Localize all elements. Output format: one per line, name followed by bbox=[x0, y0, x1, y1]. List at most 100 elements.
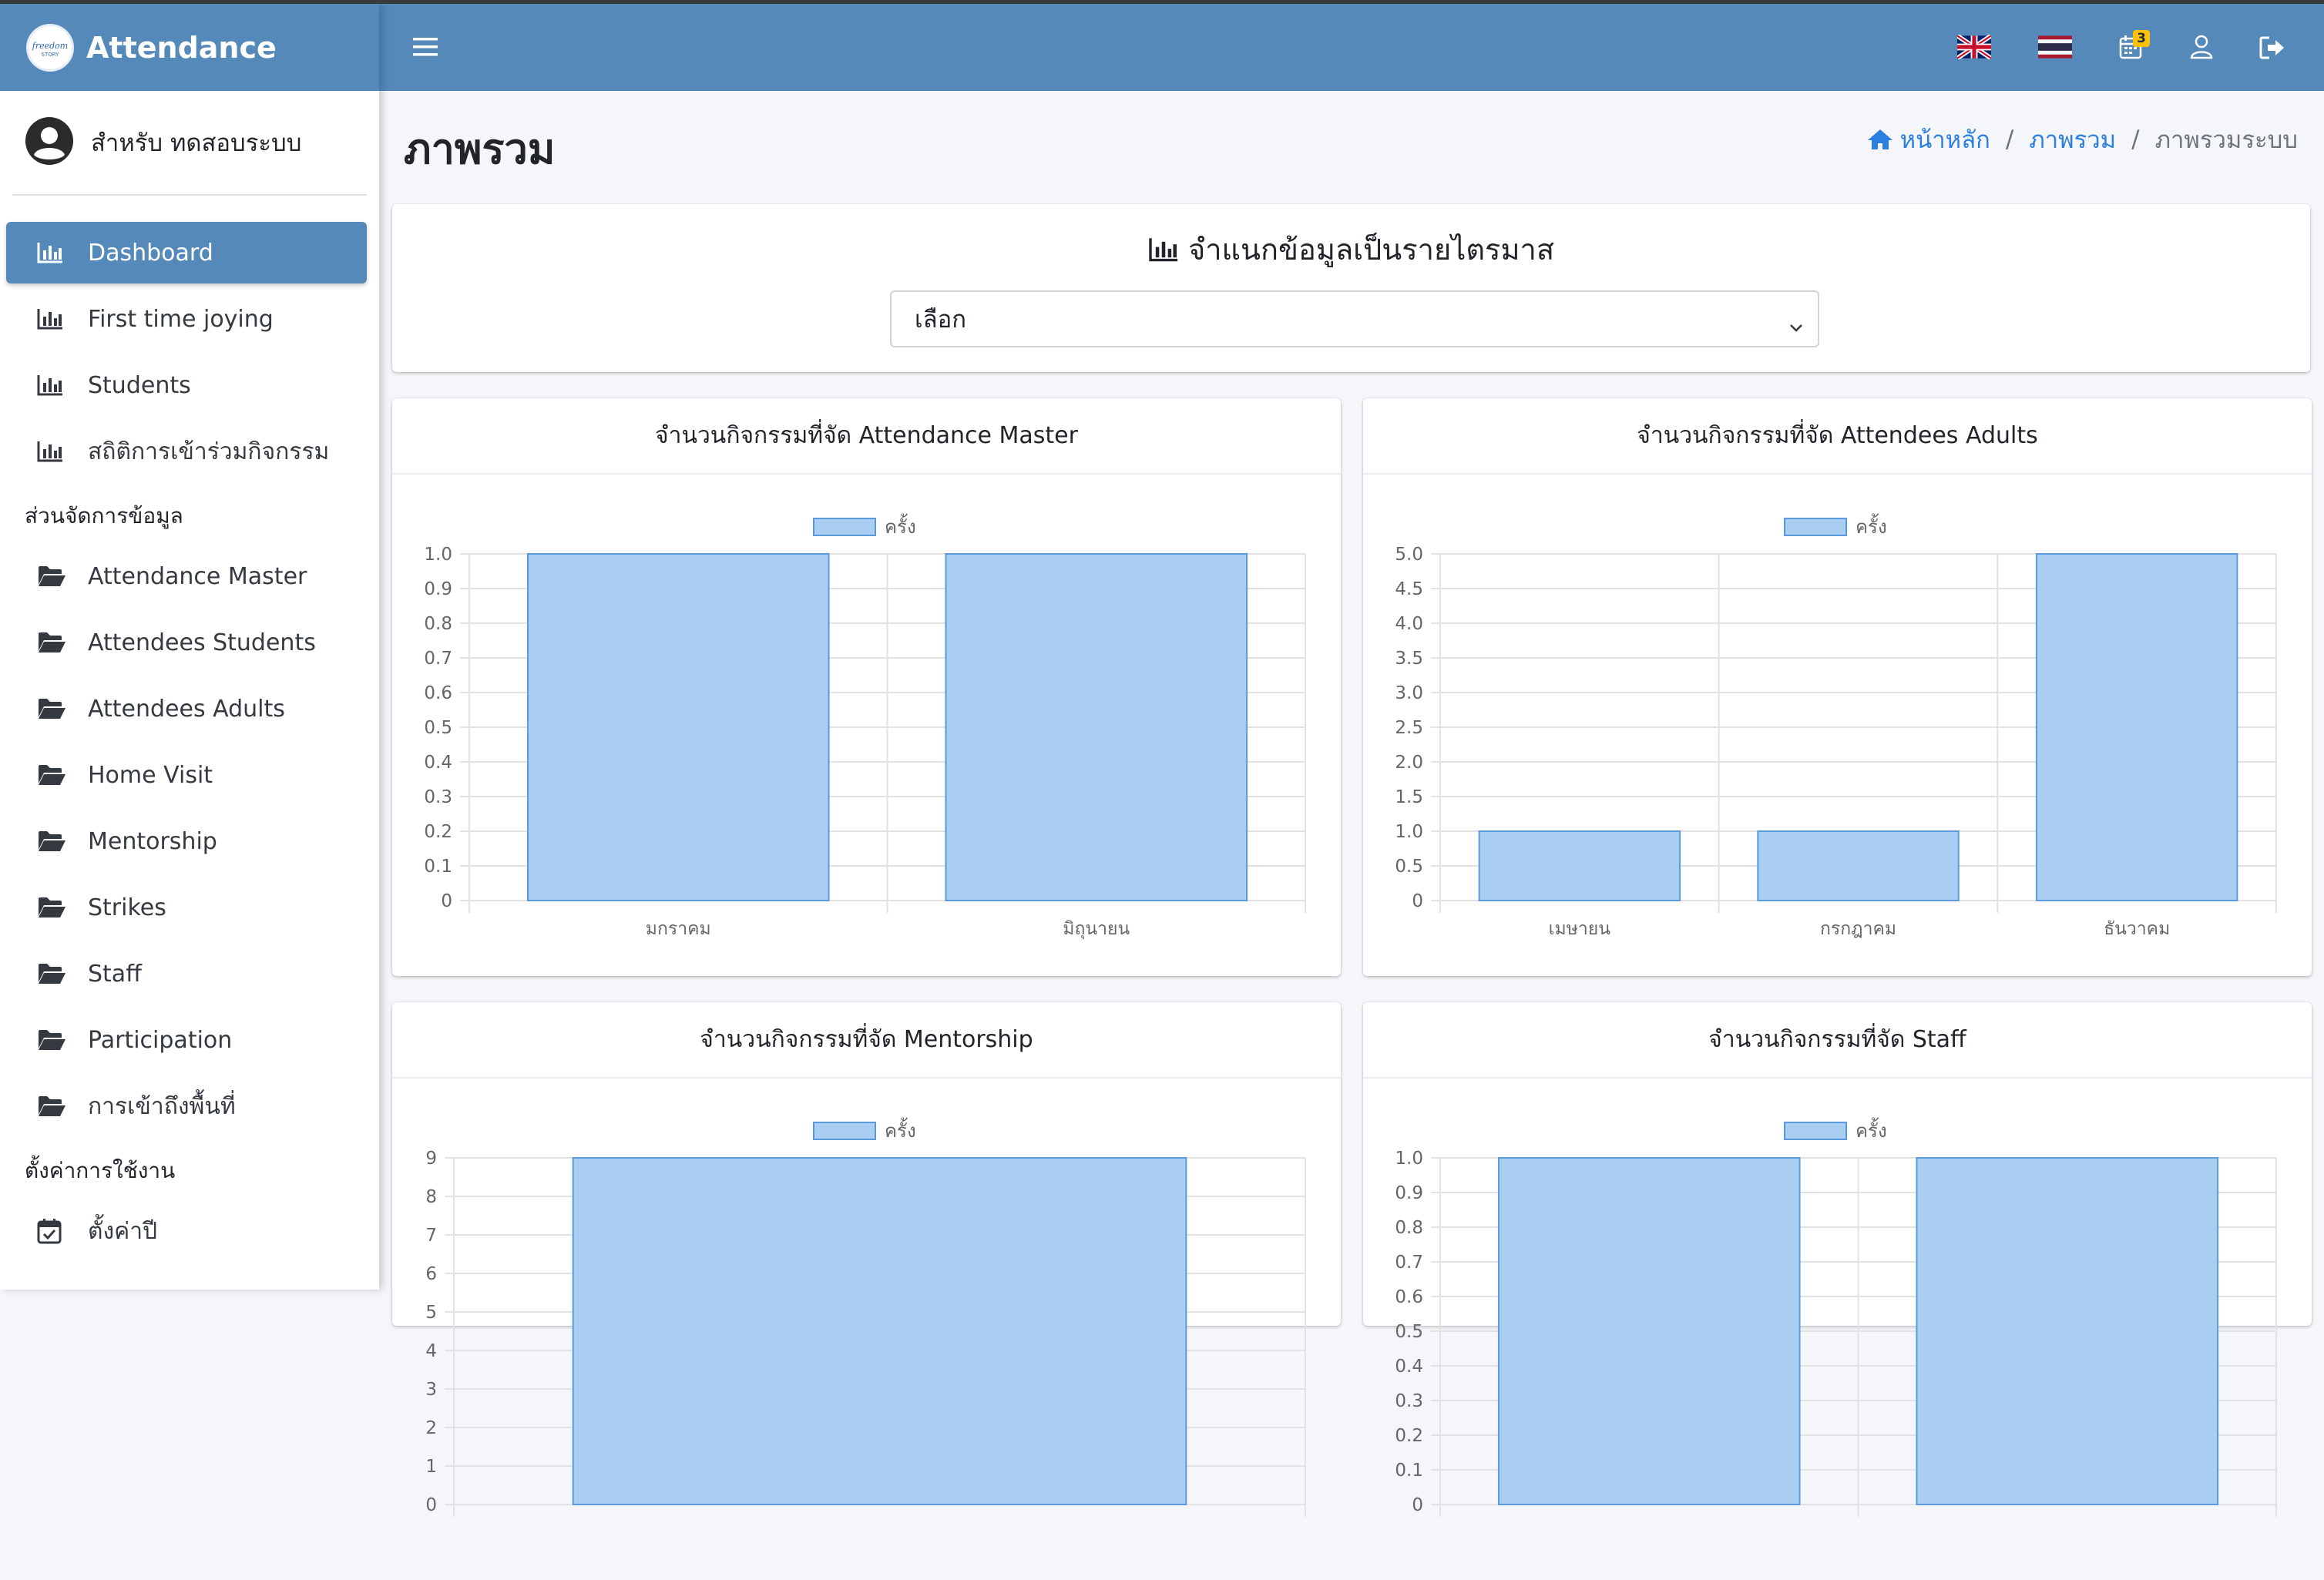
sidebar-item-dashboard[interactable]: Dashboard bbox=[6, 222, 367, 283]
y-tick-label: 1.5 bbox=[1395, 787, 1423, 807]
sidebar-item-strikes[interactable]: Strikes bbox=[6, 877, 367, 938]
calendar-check-icon bbox=[37, 1218, 68, 1244]
x-tick-label: ธันวาคม bbox=[2104, 919, 2170, 939]
y-tick-label: 1.0 bbox=[424, 545, 452, 565]
x-tick-label: กรกฎาคม bbox=[1820, 919, 1896, 939]
folder-open-icon bbox=[37, 1027, 68, 1053]
y-tick-label: 0.4 bbox=[424, 753, 452, 773]
legend-label: ครั้ง bbox=[1856, 513, 1887, 538]
sidebar-item-mentorship[interactable]: Mentorship bbox=[6, 810, 367, 872]
chart-title: จำนวนกิจกรรมที่จัด Staff bbox=[1363, 1002, 2312, 1078]
y-tick-label: 2.5 bbox=[1395, 718, 1423, 738]
breadcrumb-separator: / bbox=[2131, 126, 2140, 153]
sidebar-item-label: Attendees Adults bbox=[88, 695, 285, 723]
chart-card-attendees-adults: จำนวนกิจกรรมที่จัด Attendees Adults ครั้… bbox=[1363, 398, 2312, 976]
sidebar-item-label: Students bbox=[88, 371, 191, 399]
folder-open-icon bbox=[37, 1093, 68, 1119]
chart-title: จำนวนกิจกรรมที่จัด Attendees Adults bbox=[1363, 398, 2312, 475]
chart-title: จำนวนกิจกรรมที่จัด Mentorship bbox=[392, 1002, 1341, 1078]
chart-bar[interactable] bbox=[1497, 1157, 1801, 1505]
chart-bar[interactable] bbox=[1757, 830, 1960, 901]
chart-mentorship: ครั้ง 0 1 2 3 4 5 6 7 8 9 bbox=[425, 1117, 1306, 1517]
sidebar-item-label: Attendance Master bbox=[88, 562, 307, 590]
sidebar-item-year-settings[interactable]: ตั้งค่าปี bbox=[6, 1200, 367, 1262]
y-tick-label: 1 bbox=[425, 1457, 437, 1477]
quarter-select[interactable]: เลือก bbox=[890, 290, 1819, 347]
sidebar-item-label: Dashboard bbox=[88, 239, 213, 267]
chart-bar[interactable] bbox=[2035, 553, 2238, 901]
thai-flag-icon[interactable] bbox=[2038, 35, 2072, 62]
chart-bar[interactable] bbox=[1916, 1157, 2219, 1505]
home-icon[interactable] bbox=[1866, 128, 1894, 151]
calendar-notification-icon[interactable]: 3 bbox=[2119, 30, 2150, 62]
y-tick-label: 2 bbox=[425, 1418, 437, 1438]
logout-icon[interactable] bbox=[2259, 36, 2285, 62]
sidebar-item-staff[interactable]: Staff bbox=[6, 943, 367, 1005]
sidebar-item-attendees-students[interactable]: Attendees Students bbox=[6, 612, 367, 673]
breadcrumb-home-link[interactable]: หน้าหลัก bbox=[1900, 120, 1990, 159]
chevron-down-icon bbox=[1788, 312, 1804, 340]
sidebar-item-students[interactable]: Students bbox=[6, 354, 367, 416]
folder-open-icon bbox=[37, 762, 68, 788]
folder-open-icon bbox=[37, 563, 68, 589]
y-tick-label: 0.5 bbox=[424, 718, 452, 738]
chart-bar-icon bbox=[37, 438, 68, 465]
sidebar-item-label: Participation bbox=[88, 1026, 233, 1054]
legend-swatch bbox=[813, 1122, 876, 1140]
x-tick-label: มกราคม bbox=[646, 919, 711, 939]
y-tick-label: 0.1 bbox=[1395, 1461, 1423, 1481]
chart-bar[interactable] bbox=[1478, 830, 1681, 901]
legend-label: ครั้ง bbox=[885, 513, 916, 538]
sidebar-item-attendance-master[interactable]: Attendance Master bbox=[6, 545, 367, 607]
y-tick-label: 0.5 bbox=[1395, 1322, 1423, 1342]
chart-staff: ครั้ง 0 0.1 0.2 0.3 0.4 0.5 0.6 0.7 0.8 0.9 1.0 bbox=[1395, 1117, 2277, 1517]
sidebar-item-participation[interactable]: Participation bbox=[6, 1009, 367, 1071]
chart-attendance-master: ครั้ง 0 0.1 0.2 0.3 0.4 0.5 0.6 0.7 0.8 0.9 1.0 มกรา… bbox=[424, 513, 1306, 939]
notification-badge: 3 bbox=[2133, 30, 2150, 47]
chart-bar[interactable] bbox=[526, 553, 830, 901]
y-tick-label: 0.1 bbox=[424, 857, 452, 877]
sidebar-item-first-time-joying[interactable]: First time joying bbox=[6, 288, 367, 350]
chart-bar-icon bbox=[37, 306, 68, 332]
chart-bar[interactable] bbox=[572, 1157, 1187, 1505]
sidebar-settings-nav: ตั้งค่าปี bbox=[0, 1200, 379, 1262]
breadcrumb-section-link[interactable]: ภาพรวม bbox=[2029, 120, 2116, 159]
sidebar-item-attendees-adults[interactable]: Attendees Adults bbox=[6, 678, 367, 740]
brand-link[interactable]: freedom STORY Attendance bbox=[0, 4, 379, 91]
y-tick-label: 0 bbox=[1412, 891, 1423, 911]
sidebar-item-label: Mentorship bbox=[88, 827, 217, 855]
legend-swatch bbox=[813, 518, 876, 536]
y-tick-label: 5.0 bbox=[1395, 545, 1423, 565]
legend-swatch bbox=[1784, 1122, 1847, 1140]
sidebar-item-label: First time joying bbox=[88, 305, 274, 333]
y-tick-label: 4 bbox=[425, 1341, 437, 1361]
y-tick-label: 0.6 bbox=[424, 683, 452, 703]
chart-bar-icon bbox=[1148, 236, 1179, 263]
user-panel[interactable]: สำหรับ ทดสอบระบบ bbox=[12, 91, 367, 196]
y-tick-label: 7 bbox=[425, 1226, 437, 1246]
y-tick-label: 0 bbox=[441, 891, 452, 911]
sidebar-item-activity-stats[interactable]: สถิติการเข้าร่วมกิจกรรม bbox=[6, 421, 367, 482]
folder-open-icon bbox=[37, 696, 68, 722]
y-tick-label: 9 bbox=[425, 1149, 437, 1169]
filter-title-text: จำแนกข้อมูลเป็นรายไตรมาส bbox=[1187, 233, 1555, 267]
sidebar-main-nav: Dashboard First time joying Students สถิ… bbox=[0, 222, 379, 482]
folder-open-icon bbox=[37, 629, 68, 656]
user-profile-icon[interactable] bbox=[2190, 35, 2213, 62]
legend-label: ครั้ง bbox=[885, 1117, 916, 1142]
chart-legend: ครั้ง bbox=[1784, 1117, 1887, 1142]
breadcrumb: หน้าหลัก / ภาพรวม / ภาพรวมระบบ bbox=[1866, 120, 2298, 159]
hamburger-menu-icon[interactable] bbox=[413, 36, 438, 61]
y-tick-label: 2.0 bbox=[1395, 753, 1423, 773]
uk-flag-icon[interactable] bbox=[1956, 33, 1993, 62]
sidebar-item-home-visit[interactable]: Home Visit bbox=[6, 744, 367, 806]
chart-bar[interactable] bbox=[945, 553, 1248, 901]
y-tick-label: 0.5 bbox=[1395, 857, 1423, 877]
sidebar: freedom STORY Attendance สำหรับ ทดสอบระบ… bbox=[0, 4, 379, 1290]
y-tick-label: 3.5 bbox=[1395, 649, 1423, 669]
brand-logo: freedom STORY bbox=[26, 23, 74, 72]
user-name: สำหรับ ทดสอบระบบ bbox=[91, 129, 302, 157]
chart-card-mentorship: จำนวนกิจกรรมที่จัด Mentorship ครั้ง 0 1 2 3 4… bbox=[392, 1002, 1341, 1517]
chart-title: จำนวนกิจกรรมที่จัด Attendance Master bbox=[392, 398, 1341, 475]
sidebar-item-area-access[interactable]: การเข้าถึงพื้นที่ bbox=[6, 1075, 367, 1137]
